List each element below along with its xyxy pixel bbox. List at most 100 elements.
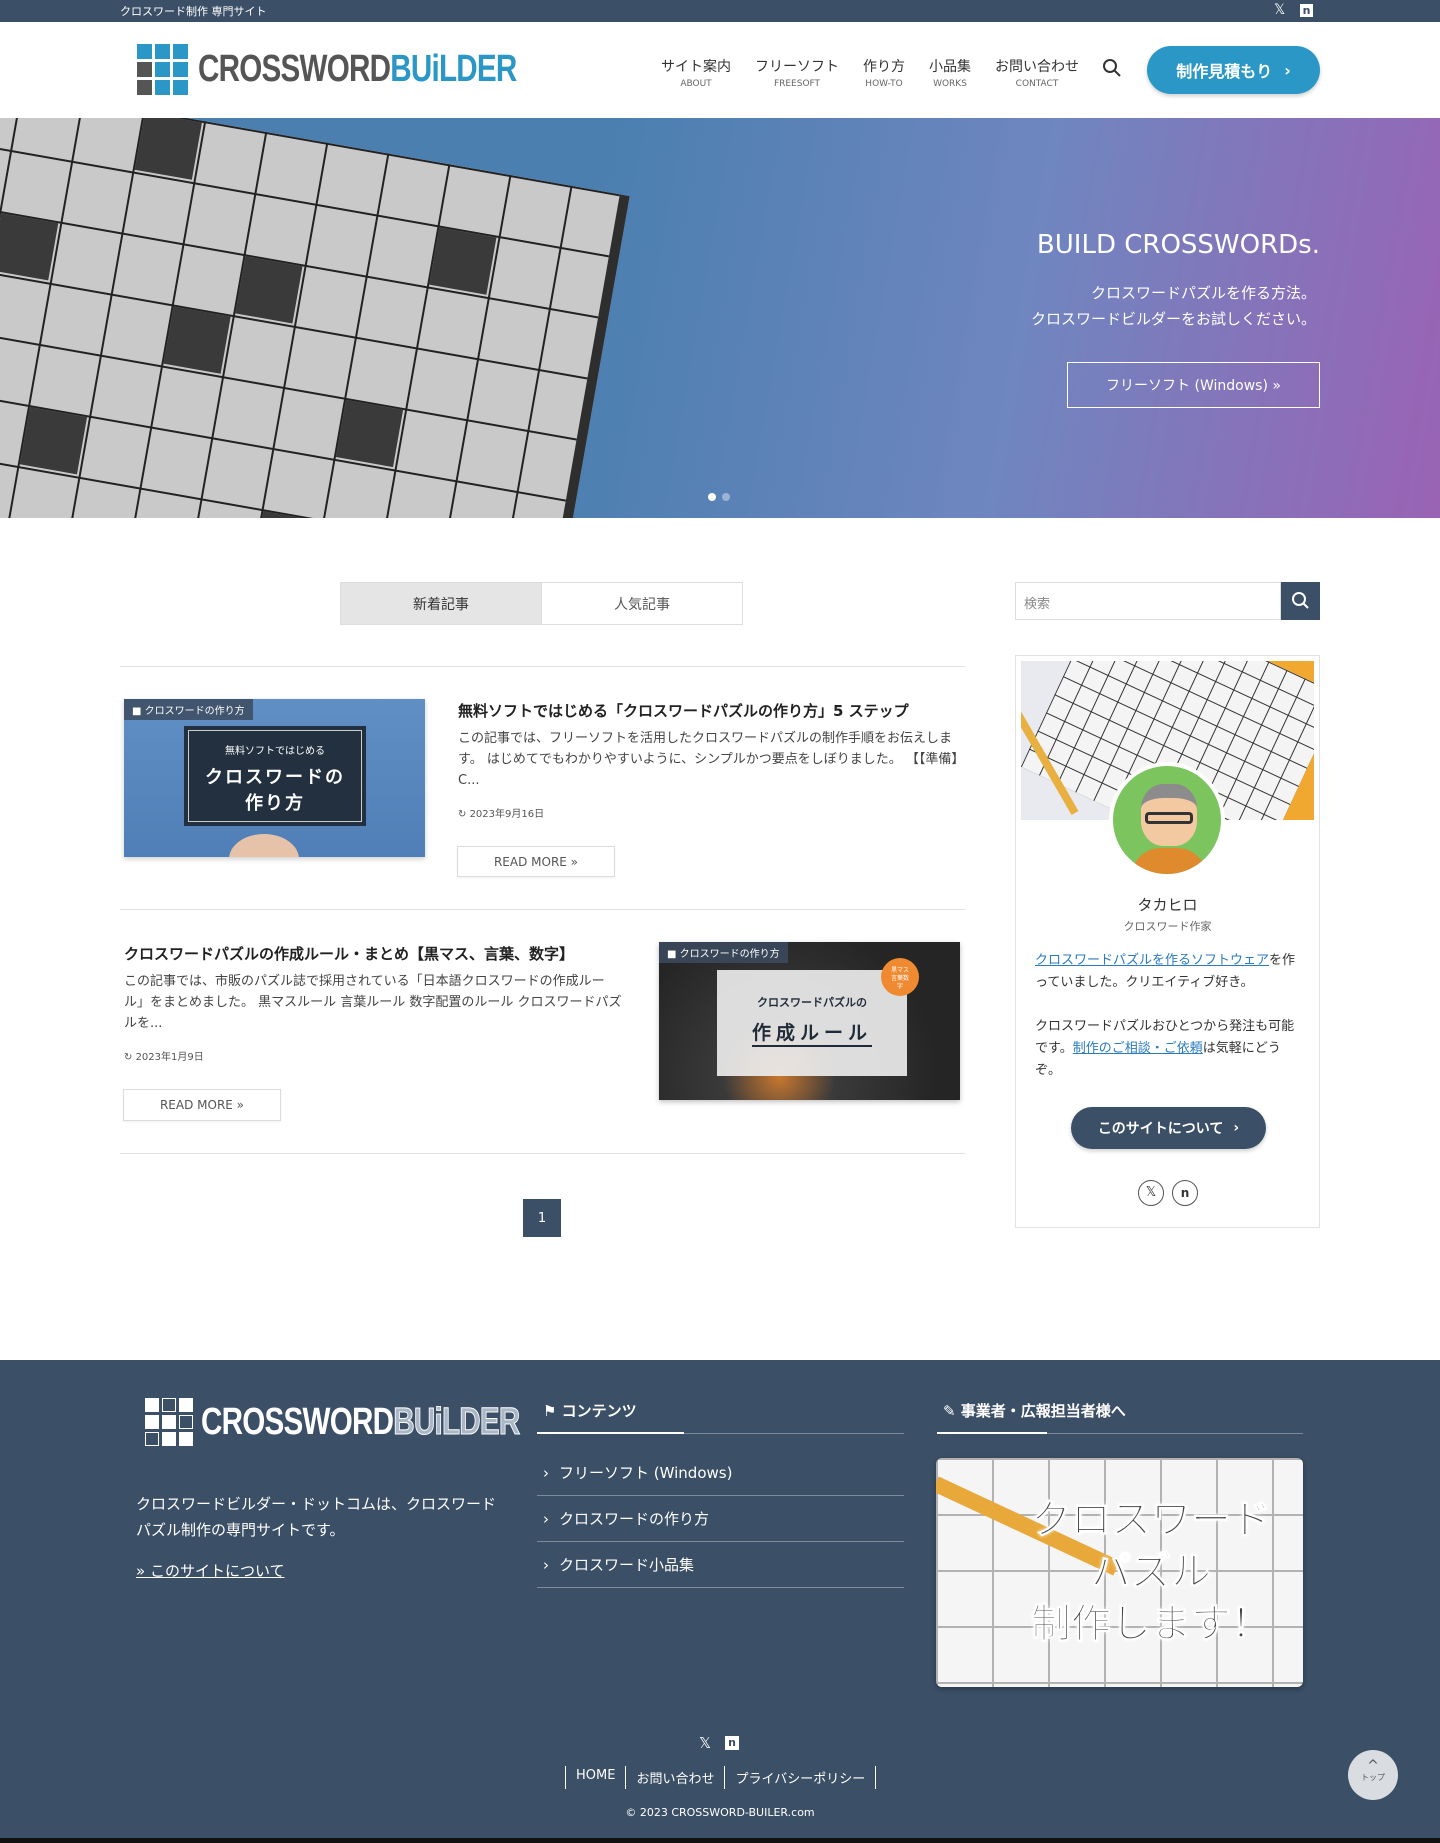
category-label: ■ クロスワードの作り方 xyxy=(124,699,253,720)
nav-label: フリーソフト xyxy=(755,59,839,75)
nav-label: 小品集 xyxy=(929,59,971,75)
chevron-up-icon: ^ xyxy=(1367,1758,1379,1774)
note-icon[interactable]: n xyxy=(725,1736,739,1750)
hero-title: BUILD CROSSWORDs. xyxy=(1036,230,1320,260)
article-date: ↻ 2023年1月9日 xyxy=(124,1052,204,1063)
tab-popular-posts[interactable]: 人気記事 xyxy=(542,582,743,625)
contact-link[interactable]: 制作のご相談・ご依頼 xyxy=(1073,1041,1203,1056)
slide-dot[interactable] xyxy=(722,493,730,501)
quote-button[interactable]: 制作見積もり › xyxy=(1147,46,1320,94)
nav-sub: CONTACT xyxy=(1015,79,1059,89)
person-head xyxy=(229,834,299,857)
updated-icon: ↻ xyxy=(124,1052,136,1063)
footer-description: クロスワードビルダー・ドットコムは、クロスワードパズル制作の専門サイトです。 xyxy=(136,1495,497,1539)
footer-contents: ⚑ コンテンツ › フリーソフト (Windows) › クロスワードの作り方 › ク… xyxy=(537,1400,904,1588)
logo-text-a: CROSSWORD xyxy=(201,1400,394,1443)
footer-business: ✎ 事業者・広報担当者様へ xyxy=(937,1400,1303,1434)
logo-text-b: BUiLDER xyxy=(390,48,517,90)
nav-howto[interactable]: 作り方 HOW-TO xyxy=(857,56,911,89)
business-heading: ✎ 事業者・広報担当者様へ xyxy=(937,1400,1303,1434)
nav-sub: HOW-TO xyxy=(865,79,903,89)
hero-slider[interactable]: BUILD CROSSWORDs. クロスワードパズルを作る方法。 クロスワード… xyxy=(0,118,1440,518)
footer-link-freesoft[interactable]: › フリーソフト (Windows) xyxy=(537,1450,904,1496)
chevron-right-icon: › xyxy=(543,1555,549,1574)
read-more-button[interactable]: READ MORE » xyxy=(457,846,615,877)
pagination-current[interactable]: 1 xyxy=(523,1199,561,1237)
crossword-photo xyxy=(0,118,630,518)
quote-button-label: 制作見積もり xyxy=(1176,62,1273,81)
hero-line-2: クロスワードビルダーをお試しください。 xyxy=(1030,310,1316,328)
nav-sub: ABOUT xyxy=(680,79,712,89)
article-excerpt: この記事では、市販のパズル誌で採用されている「日本語クロスワードの作成ルール」を… xyxy=(124,974,622,1031)
nav-contact[interactable]: お問い合わせ CONTACT xyxy=(990,56,1084,89)
tab-new-posts[interactable]: 新着記事 xyxy=(340,582,542,625)
read-more-button[interactable]: READ MORE » xyxy=(123,1089,281,1121)
footer-privacy-link[interactable]: プライバシーポリシー xyxy=(725,1766,877,1789)
nav-label: サイト案内 xyxy=(661,59,731,75)
hero-freesoft-button[interactable]: フリーソフト (Windows) » xyxy=(1067,362,1320,408)
logo-text-b: BUiLDER xyxy=(393,1400,521,1443)
site-logo[interactable]: CROSSWORDBUiLDER xyxy=(137,44,606,95)
article-title[interactable]: 無料ソフトではじめる「クロスワードパズルの作り方」5 ステップ xyxy=(458,700,958,721)
x-icon[interactable]: 𝕏 xyxy=(1274,2,1285,18)
hero-subtitle: クロスワードパズルを作る方法。 クロスワードビルダーをお試しください。 xyxy=(1031,280,1316,332)
hero-line-1: クロスワードパズルを作る方法。 xyxy=(1090,284,1316,302)
post-tabs: 新着記事 人気記事 xyxy=(340,582,743,625)
divider xyxy=(120,909,965,910)
bottom-strip xyxy=(0,1838,1440,1843)
search-icon xyxy=(1292,592,1309,609)
pen-icon: ✎ xyxy=(943,1402,961,1420)
footer-about-link[interactable]: » このサイトについて xyxy=(136,1560,285,1581)
profile-role: クロスワード作家 xyxy=(1123,920,1212,933)
avatar xyxy=(1109,762,1225,878)
nav-label: お問い合わせ xyxy=(995,59,1079,75)
divider xyxy=(120,666,965,667)
search-icon[interactable] xyxy=(1102,58,1122,78)
nav-label: 作り方 xyxy=(863,59,905,75)
updated-icon: ↻ xyxy=(458,809,470,820)
note-icon[interactable]: n xyxy=(1300,4,1313,17)
about-site-button[interactable]: このサイトについて › xyxy=(1071,1107,1266,1149)
thumbnail-caption: 無料ソフトではじめる クロスワードの 作り方 xyxy=(184,726,366,826)
search-input[interactable]: 検索 xyxy=(1015,582,1281,620)
x-icon[interactable]: 𝕏 xyxy=(699,1734,711,1752)
thumbnail-caption: クロスワードパズルの 作成ルール xyxy=(717,970,907,1076)
divider xyxy=(120,1153,965,1154)
footer-link-works[interactable]: › クロスワード小品集 xyxy=(537,1542,904,1588)
profile-card: タカヒロ クロスワード作家 クロスワードパズルを作るソフトウェアを作っていました… xyxy=(1015,655,1320,1228)
chevron-right-icon: › xyxy=(543,1463,549,1482)
article-title[interactable]: クロスワードパズルの作成ルール・まとめ【黒マス、言葉、数字】 xyxy=(124,943,624,964)
note-icon[interactable]: n xyxy=(1172,1180,1198,1206)
footer-contact-link[interactable]: お問い合わせ xyxy=(626,1766,726,1789)
nav-about[interactable]: サイト案内 ABOUT xyxy=(656,56,736,89)
site-footer: CROSSWORDBUiLDER クロスワードビルダー・ドットコムは、クロスワー… xyxy=(0,1360,1440,1838)
article-thumbnail[interactable]: ■ クロスワードの作り方 クロスワードパズルの 作成ルール 黒マス言葉数字 xyxy=(659,942,960,1100)
copyright: © 2023 CROSSWORD-BUILER.com xyxy=(625,1806,815,1819)
footer-link-howto[interactable]: › クロスワードの作り方 xyxy=(537,1496,904,1542)
nav-works[interactable]: 小品集 WORKS xyxy=(923,56,977,89)
footer-home-link[interactable]: HOME xyxy=(566,1766,627,1789)
site-tagline: クロスワード制作 専門サイト xyxy=(120,5,267,18)
logo-text-a: CROSSWORD xyxy=(198,48,391,90)
search-button[interactable] xyxy=(1281,582,1320,620)
article-thumbnail[interactable]: ■ クロスワードの作り方 無料ソフトではじめる クロスワードの 作り方 xyxy=(124,699,425,857)
logo-grid-icon xyxy=(145,1398,193,1446)
back-to-top-button[interactable]: ^ トップ xyxy=(1348,1750,1398,1800)
profile-bio: クロスワードパズルを作るソフトウェアを作っていました。クリエイティブ好き。 クロ… xyxy=(1035,953,1296,1078)
article-date: ↻ 2023年9月16日 xyxy=(458,809,545,820)
badge: 黒マス言葉数字 xyxy=(881,958,919,996)
flag-icon: ⚑ xyxy=(543,1402,562,1420)
chevron-right-icon: › xyxy=(543,1509,549,1528)
production-banner[interactable]: クロスワード パズル 制作します！ xyxy=(936,1458,1303,1687)
x-icon[interactable]: 𝕏 xyxy=(1138,1180,1164,1206)
slide-dot-active[interactable] xyxy=(708,493,716,501)
category-label: ■ クロスワードの作り方 xyxy=(659,942,788,963)
nav-freesoft[interactable]: フリーソフト FREESOFT xyxy=(750,56,844,89)
software-link[interactable]: クロスワードパズルを作るソフトウェア xyxy=(1035,953,1269,968)
banner-text: クロスワード パズル 制作します！ xyxy=(1031,1497,1272,1648)
chevron-right-icon: › xyxy=(1233,1120,1240,1136)
nav-sub: FREESOFT xyxy=(773,79,821,89)
nav-sub: WORKS xyxy=(933,79,967,89)
profile-name: タカヒロ xyxy=(1137,896,1198,914)
contents-heading: ⚑ コンテンツ xyxy=(537,1400,904,1434)
